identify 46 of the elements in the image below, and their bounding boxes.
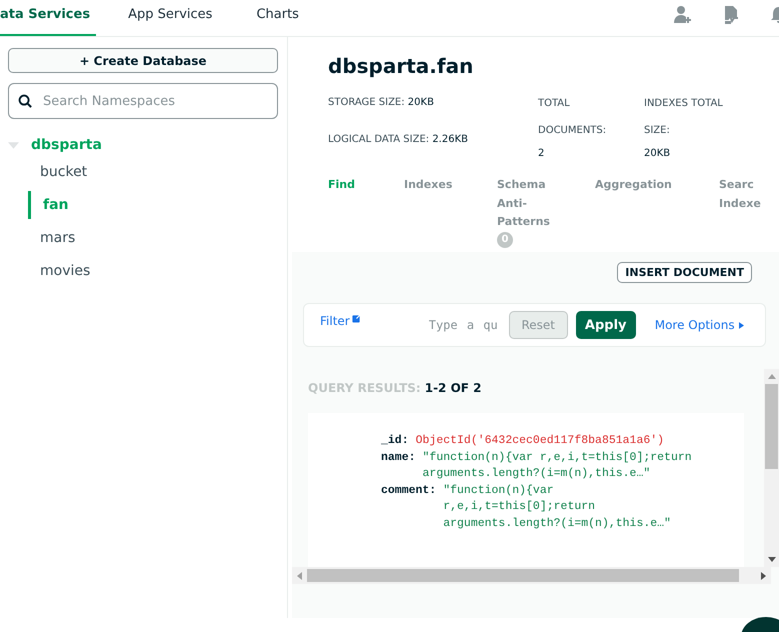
scroll-left-icon[interactable] <box>297 572 302 580</box>
stat-label: TOTAL DOCUMENTS: <box>538 97 608 138</box>
field-key: name: <box>381 450 416 482</box>
scroll-down-icon[interactable] <box>768 557 776 562</box>
query-field[interactable]: Type a qu <box>426 317 503 333</box>
collection-item[interactable]: mars <box>28 224 276 252</box>
field-value: "function(n){var r,e,i,t=this[0];return arguments.length?(i=m(n),this.e…" <box>443 482 672 532</box>
horizontal-scrollbar[interactable] <box>292 567 771 584</box>
field-value: ObjectId('6432cec0ed117f8ba851a1a6') <box>416 433 664 449</box>
scroll-right-icon[interactable] <box>761 572 766 580</box>
collection-item[interactable]: movies <box>28 257 276 285</box>
collection-tab[interactable]: Find <box>328 176 355 194</box>
more-options-link[interactable]: More Options <box>654 318 735 332</box>
results-label: QUERY RESULTS: <box>308 381 421 395</box>
nav-tab[interactable]: Charts <box>256 0 299 36</box>
vertical-scrollbar[interactable] <box>764 369 779 567</box>
collection-item[interactable]: fan <box>28 191 276 219</box>
filter-link[interactable]: Filter <box>320 314 350 328</box>
apply-button[interactable]: Apply <box>576 311 636 339</box>
insert-document-button[interactable]: INSERT DOCUMENT <box>617 262 752 283</box>
reset-button[interactable]: Reset <box>508 311 568 339</box>
stat-text: LOGICAL DATA SIZE: 2.26KB <box>328 134 469 145</box>
external-link-icon[interactable] <box>352 314 361 322</box>
stat-value: 2 <box>538 148 546 159</box>
stat-label: INDEXES TOTAL SIZE: <box>644 97 724 138</box>
nav-tab[interactable]: App Services <box>128 0 212 36</box>
collection-title: dbsparta.fan <box>328 54 474 78</box>
collection-item[interactable]: bucket <box>28 158 276 186</box>
field-key: _id: <box>381 433 409 450</box>
results-count: 1-2 OF 2 <box>424 381 482 395</box>
collection-tab[interactable]: Searc Indexe <box>719 176 763 213</box>
caret-icon[interactable] <box>738 322 744 328</box>
field-value: "function(n){var r,e,i,t=this[0];return arguments.length?(i=m(n),this.e…" <box>422 450 693 482</box>
nav-tab[interactable]: ata Services <box>0 0 96 36</box>
create-database-button[interactable]: + Create Database <box>8 48 278 73</box>
stat-value: 20KB <box>644 148 672 159</box>
collection-tab[interactable]: Schema Anti-Patterns <box>497 176 577 232</box>
field-key: comment: <box>381 482 436 532</box>
add-user-icon[interactable] <box>673 5 693 25</box>
collection-tab[interactable]: Indexes <box>404 176 452 194</box>
scroll-up-icon[interactable] <box>768 374 776 379</box>
collection-tab[interactable]: Aggregation <box>595 176 672 194</box>
database-item[interactable]: dbsparta <box>31 137 102 153</box>
count-badge: 0 <box>497 232 513 248</box>
stat-text: STORAGE SIZE: 20KB <box>328 97 435 108</box>
search-field[interactable]: Search Namespaces <box>8 83 278 119</box>
